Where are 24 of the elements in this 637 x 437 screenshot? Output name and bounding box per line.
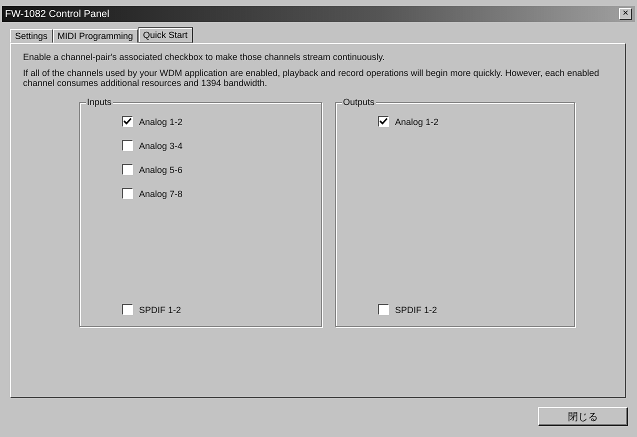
tab[interactable]: Quick Start [138,27,193,43]
checkbox-option[interactable]: SPDIF 1-2 [122,303,321,316]
checkbox[interactable] [378,116,389,127]
checkbox-option[interactable]: SPDIF 1-2 [378,303,574,316]
tab[interactable]: Settings [10,29,53,43]
checkbox-option[interactable]: Analog 1-2 [378,115,574,128]
tab[interactable]: MIDI Programming [52,29,138,43]
checkbox-option[interactable]: Analog 3-4 [122,139,321,152]
checkbox-option[interactable]: Analog 5-6 [122,163,321,176]
checkbox-option[interactable]: Analog 1-2 [122,115,321,128]
note-text: If all of the channels used by your WDM application are enabled, playback and record operations will begin more quickly. However, each enabled channel consumes additional resources and 1394 bandwidth. [23,68,600,88]
checkbox-option[interactable]: Analog 7-8 [122,187,321,200]
checkbox[interactable] [122,304,133,315]
checkbox[interactable] [122,140,133,151]
checkbox[interactable] [122,116,133,127]
checkbox[interactable] [122,164,133,175]
window-title: FW-1082 Control Panel [5,8,110,20]
checkbox[interactable] [378,304,389,315]
group-label: Inputs [86,97,113,107]
close-dialog-button[interactable]: 閉じる [538,407,628,426]
group-label: Outputs [342,97,376,107]
close-button[interactable]: × [619,8,632,20]
checkbox[interactable] [122,188,133,199]
intro-text: Enable a channel-pair's associated checkbox to make those channels stream continuously. [23,52,386,62]
